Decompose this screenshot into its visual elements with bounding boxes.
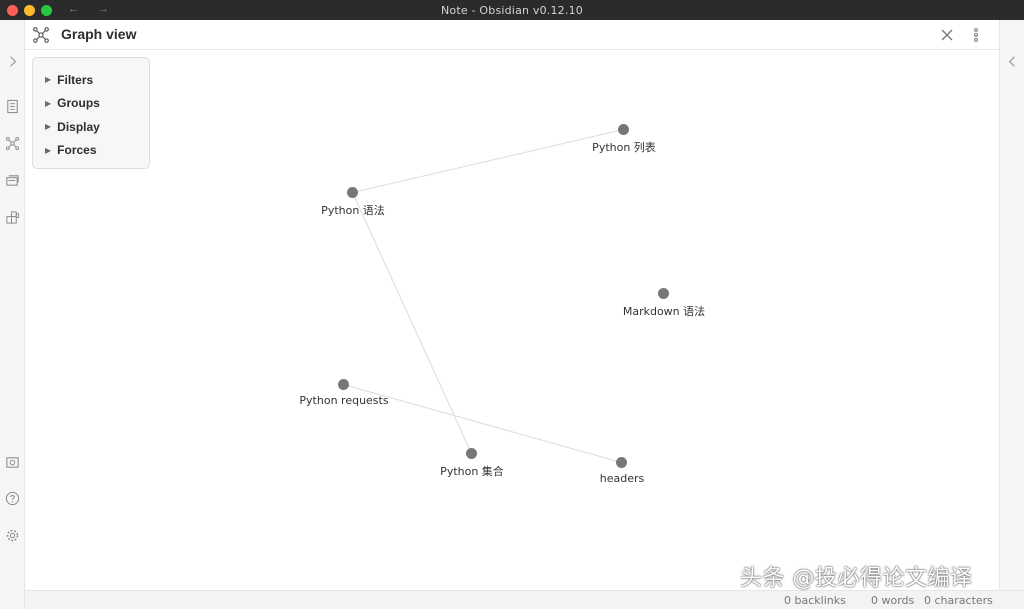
title-bar: ← → Note - Obsidian v0.12.10 [0,0,1024,20]
filters-label: Filters [57,72,94,87]
triangle-right-icon: ▶ [45,122,52,132]
graph-icon [32,26,50,44]
groups-section[interactable]: ▶ Groups [33,92,149,116]
graph-node-label: Markdown 语法 [622,305,706,318]
groups-label: Groups [57,96,100,111]
graph-edge [352,192,472,454]
graph-canvas[interactable]: ▶ Filters ▶ Groups ▶ Display ▶ Forces Py… [25,50,999,590]
graph-node[interactable] [466,448,477,459]
triangle-right-icon: ▶ [45,145,52,155]
graph-node[interactable] [658,288,669,299]
status-bar: 0 backlinks 0 words 0 characters [25,590,1024,609]
cards-icon[interactable] [4,172,21,189]
backlinks-count[interactable]: 0 backlinks [784,594,846,607]
chevron-right-icon[interactable] [4,53,21,70]
word-count: 0 words [871,594,915,607]
filters-section[interactable]: ▶ Filters [33,68,149,92]
graph-node[interactable] [616,457,627,468]
right-ribbon [999,20,1024,590]
graph-node[interactable] [347,187,358,198]
character-count: 0 characters [924,594,993,607]
view-header: Graph view [25,20,999,50]
graph-edge [352,129,624,193]
graph-node[interactable] [338,379,349,390]
help-icon[interactable] [4,490,21,507]
close-icon[interactable] [939,27,955,43]
watermark: 头条 @投必得论文编译 [740,566,973,591]
graph-node-label: Python 列表 [592,141,656,154]
graph-controls-panel: ▶ Filters ▶ Groups ▶ Display ▶ Forces [32,57,150,169]
display-section[interactable]: ▶ Display [33,115,149,139]
more-options-icon[interactable] [970,27,982,43]
forces-section[interactable]: ▶ Forces [33,139,149,163]
display-label: Display [57,119,100,134]
graph-node-label: Python 语法 [321,204,385,217]
graph-icon[interactable] [4,135,21,152]
graph-node[interactable] [618,124,629,135]
chevron-left-icon[interactable] [1004,53,1021,70]
view-title: Graph view [61,26,137,42]
graph-edges [343,129,624,463]
left-ribbon [0,20,25,609]
settings-icon[interactable] [4,527,21,544]
graph-node-label: Python 集合 [440,465,504,478]
file-explorer-icon[interactable] [4,98,21,115]
triangle-right-icon: ▶ [45,75,52,85]
plugins-icon[interactable] [4,209,21,226]
graph-node-label: headers [599,472,645,485]
triangle-right-icon: ▶ [45,98,52,108]
window-title: Note - Obsidian v0.12.10 [441,4,583,17]
graph-node-label: Python requests [299,394,389,407]
vault-icon[interactable] [4,454,21,471]
forces-label: Forces [57,143,97,158]
